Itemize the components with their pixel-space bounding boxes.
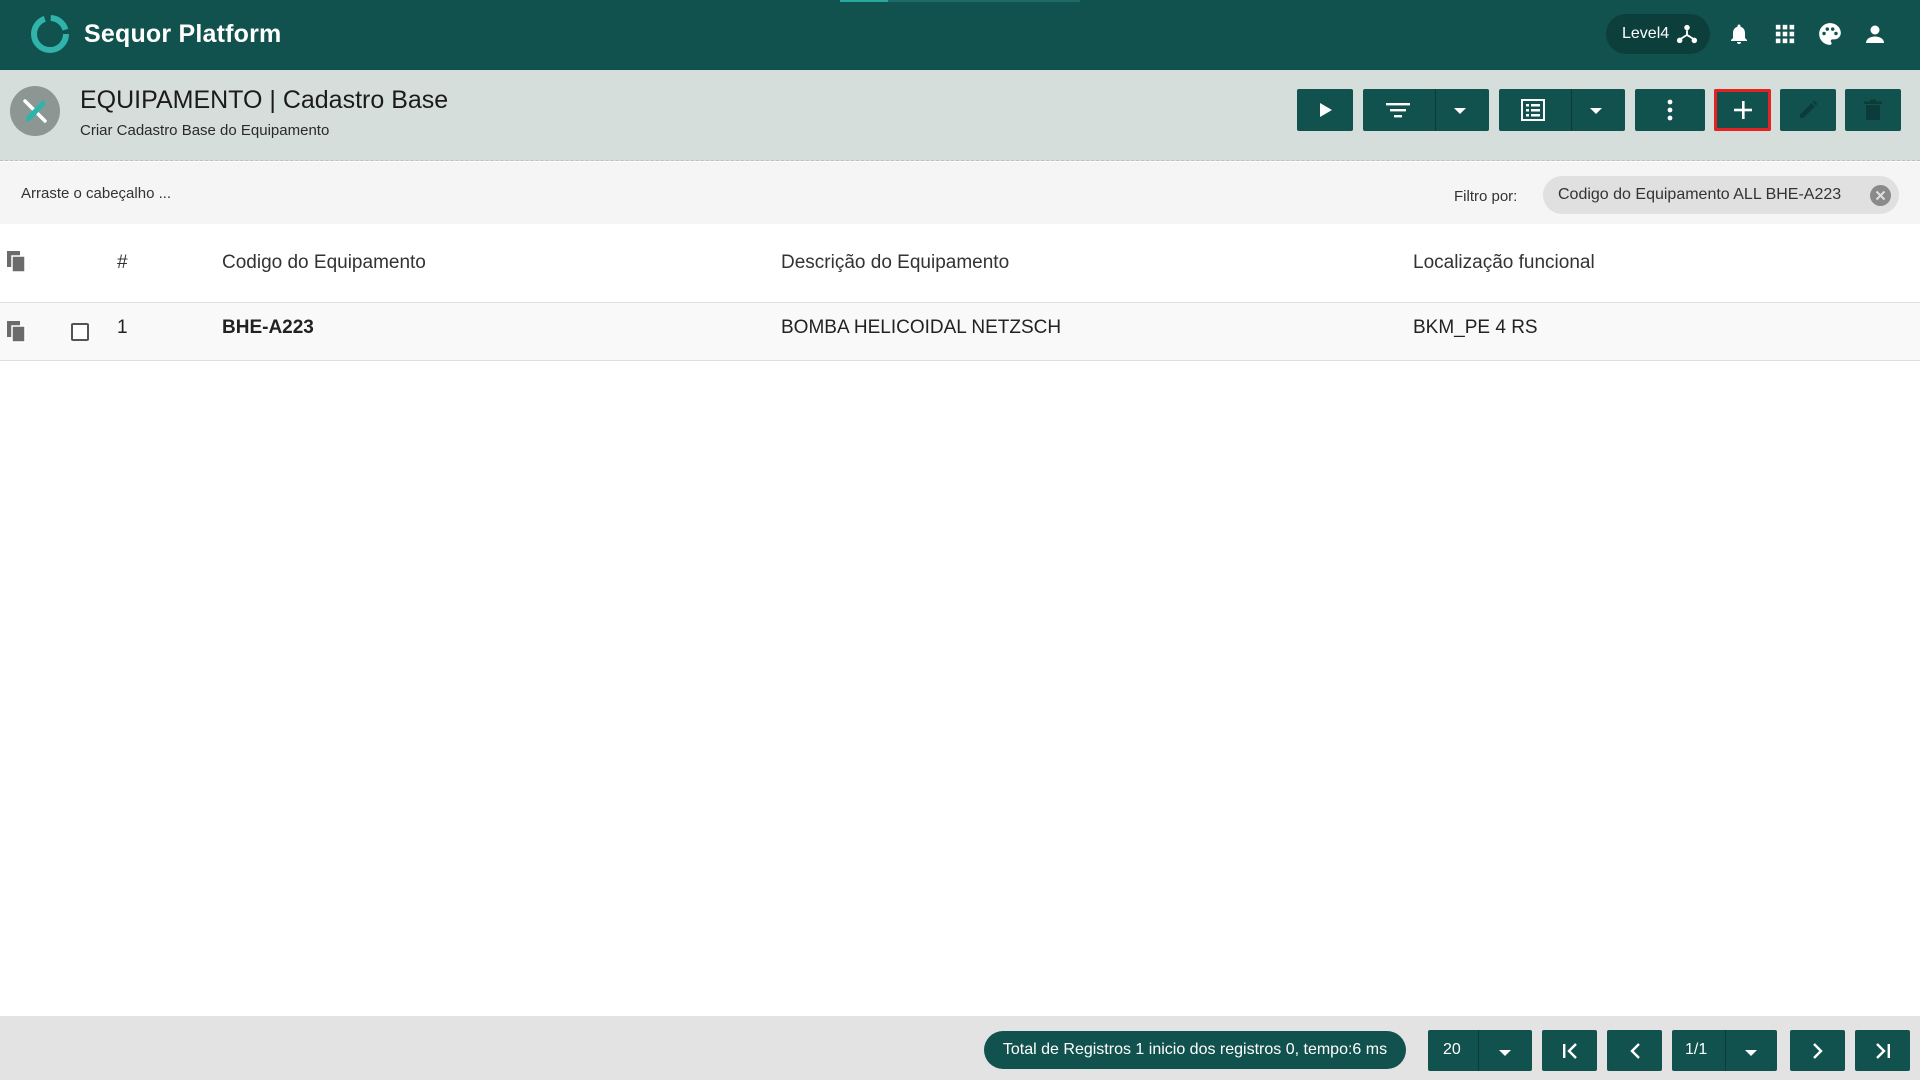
next-page-button[interactable] xyxy=(1790,1030,1845,1071)
previous-page-button[interactable] xyxy=(1607,1030,1662,1071)
last-page-icon xyxy=(1875,1042,1890,1059)
cell-code: BHE-A223 xyxy=(222,317,314,338)
bell-icon[interactable] xyxy=(1725,20,1753,48)
logo-ring-icon[interactable] xyxy=(28,12,72,56)
cell-location: BKM_PE 4 RS xyxy=(1413,317,1538,338)
palette-icon[interactable] xyxy=(1816,20,1844,48)
column-header-location[interactable]: Localização funcional xyxy=(1413,252,1595,274)
page-indicator: 1/1 xyxy=(1685,1041,1708,1058)
first-page-button[interactable] xyxy=(1542,1030,1597,1071)
pagination-footer: Total de Registros 1 inicio dos registro… xyxy=(0,1016,1920,1080)
copy-all-icon[interactable] xyxy=(6,250,28,274)
page-subtitle: Criar Cadastro Base do Equipamento xyxy=(80,122,330,139)
user-icon[interactable] xyxy=(1861,20,1889,48)
chevron-right-icon xyxy=(1812,1042,1823,1059)
filter-chip-label: Codigo do Equipamento ALL BHE-A223 xyxy=(1558,186,1842,203)
plus-icon xyxy=(1733,101,1752,119)
top-progress-indicator xyxy=(840,0,1080,2)
view-button-group[interactable] xyxy=(1499,89,1625,131)
caret-down-icon[interactable] xyxy=(1453,103,1467,121)
app-brand[interactable]: Sequor Platform xyxy=(84,20,281,49)
caret-down-icon xyxy=(1744,1045,1758,1063)
more-vert-icon xyxy=(1667,99,1673,121)
edit-button[interactable] xyxy=(1780,89,1836,131)
caret-down-icon xyxy=(1498,1045,1512,1063)
caret-down-icon[interactable] xyxy=(1589,103,1603,121)
table-header: # Codigo do Equipamento Descrição do Equ… xyxy=(0,224,1920,303)
filter-chip[interactable]: Codigo do Equipamento ALL BHE-A223 xyxy=(1543,176,1899,214)
column-header-index[interactable]: # xyxy=(117,252,128,274)
more-options-button[interactable] xyxy=(1635,89,1705,131)
page-select[interactable]: 1/1 xyxy=(1672,1030,1777,1071)
column-header-code[interactable]: Codigo do Equipamento xyxy=(222,252,426,274)
run-button[interactable] xyxy=(1297,89,1353,131)
list-view-icon[interactable] xyxy=(1521,99,1545,126)
group-drop-hint[interactable]: Arraste o cabeçalho ... xyxy=(21,185,171,202)
wrench-screwdriver-icon xyxy=(10,86,60,136)
cell-description: BOMBA HELICOIDAL NETZSCH xyxy=(781,317,1062,338)
column-header-description[interactable]: Descrição do Equipamento xyxy=(781,252,1009,274)
cell-index: 1 xyxy=(117,317,128,338)
app-bar: Sequor Platform Level4 xyxy=(0,0,1920,70)
play-icon xyxy=(1320,103,1332,117)
filter-button-group[interactable] xyxy=(1363,89,1489,131)
trash-icon xyxy=(1864,99,1882,120)
add-button[interactable] xyxy=(1714,89,1771,131)
hierarchy-icon xyxy=(1676,24,1698,44)
last-page-button[interactable] xyxy=(1855,1030,1910,1071)
page-size-select[interactable]: 20 xyxy=(1428,1030,1532,1071)
pencil-icon xyxy=(1800,100,1818,118)
group-filter-bar: Arraste o cabeçalho ... Filtro por: Codi… xyxy=(0,162,1920,224)
page-size-value: 20 xyxy=(1443,1041,1461,1058)
filter-label: Filtro por: xyxy=(1454,188,1518,205)
copy-row-icon[interactable] xyxy=(6,320,28,344)
apps-grid-icon[interactable] xyxy=(1771,20,1799,48)
first-page-icon xyxy=(1562,1042,1577,1059)
page-header: EQUIPAMENTO | Cadastro Base Criar Cadast… xyxy=(0,70,1920,161)
level-label: Level4 xyxy=(1622,25,1670,42)
delete-button[interactable] xyxy=(1845,89,1901,131)
chevron-left-icon xyxy=(1629,1042,1640,1059)
page-title: EQUIPAMENTO | Cadastro Base xyxy=(80,86,449,114)
records-status: Total de Registros 1 inicio dos registro… xyxy=(984,1031,1406,1069)
level-selector[interactable]: Level4 xyxy=(1606,14,1710,54)
row-checkbox[interactable] xyxy=(71,323,89,341)
table-row[interactable]: 1 BHE-A223 BOMBA HELICOIDAL NETZSCH BKM_… xyxy=(0,303,1920,361)
close-icon[interactable] xyxy=(1870,185,1891,206)
filter-icon[interactable] xyxy=(1385,100,1411,125)
